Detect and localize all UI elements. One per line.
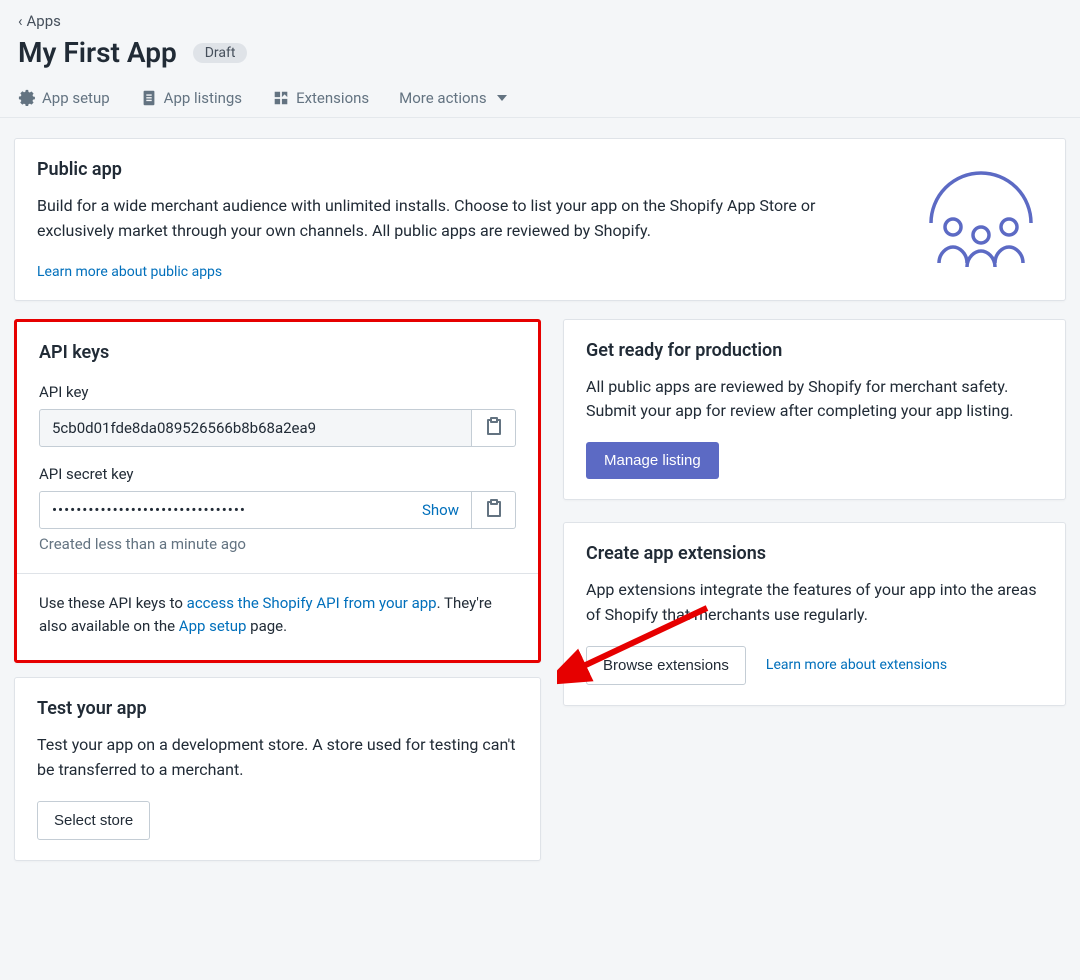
- api-footer-text: page.: [246, 617, 287, 635]
- tab-label: App setup: [42, 89, 110, 107]
- tab-app-setup[interactable]: App setup: [18, 89, 110, 107]
- test-app-title: Test your app: [37, 698, 518, 719]
- api-secret-label: API secret key: [39, 465, 516, 483]
- api-key-value: 5cb0d01fde8da089526566b8b68a2ea9: [52, 419, 316, 437]
- chevron-left-icon: ‹: [18, 12, 23, 30]
- access-api-link[interactable]: access the Shopify API from your app: [187, 594, 437, 612]
- document-icon: [140, 89, 158, 107]
- public-app-learn-more-link[interactable]: Learn more about public apps: [37, 264, 222, 280]
- tab-app-listings[interactable]: App listings: [140, 89, 242, 107]
- api-secret-created-note: Created less than a minute ago: [39, 535, 516, 553]
- show-secret-button[interactable]: Show: [422, 501, 459, 519]
- copy-api-secret-button[interactable]: [472, 491, 516, 529]
- browse-extensions-button[interactable]: Browse extensions: [586, 646, 746, 685]
- copy-api-key-button[interactable]: [472, 409, 516, 447]
- test-app-desc: Test your app on a development store. A …: [37, 733, 518, 783]
- breadcrumb-label: Apps: [27, 12, 61, 30]
- extensions-card: Create app extensions App extensions int…: [563, 522, 1066, 706]
- public-app-title: Public app: [37, 159, 857, 180]
- select-store-button[interactable]: Select store: [37, 801, 150, 840]
- status-badge: Draft: [193, 43, 248, 63]
- production-card: Get ready for production All public apps…: [563, 319, 1066, 501]
- extensions-learn-more-link[interactable]: Learn more about extensions: [766, 657, 947, 673]
- api-key-label: API key: [39, 383, 516, 401]
- gear-icon: [18, 89, 36, 107]
- api-secret-field[interactable]: •••••••••••••••••••••••••••••••• Show: [39, 491, 472, 529]
- test-app-card: Test your app Test your app on a develop…: [14, 677, 541, 861]
- tab-more-actions[interactable]: More actions: [399, 89, 510, 107]
- production-title: Get ready for production: [586, 340, 1043, 361]
- tab-label: App listings: [164, 89, 242, 107]
- clipboard-icon: [486, 499, 502, 521]
- api-keys-card: API keys API key 5cb0d01fde8da089526566b…: [14, 319, 541, 664]
- api-footer-text: Use these API keys to: [39, 594, 187, 612]
- public-app-desc: Build for a wide merchant audience with …: [37, 194, 857, 244]
- extensions-desc: App extensions integrate the features of…: [586, 578, 1043, 628]
- api-key-field[interactable]: 5cb0d01fde8da089526566b8b68a2ea9: [39, 409, 472, 447]
- caret-down-icon: [493, 89, 511, 107]
- api-keys-title: API keys: [39, 342, 516, 363]
- api-keys-footer: Use these API keys to access the Shopify…: [17, 573, 538, 661]
- clipboard-icon: [486, 417, 502, 439]
- extensions-icon: [272, 89, 290, 107]
- api-secret-value: ••••••••••••••••••••••••••••••••: [52, 501, 246, 519]
- manage-listing-button[interactable]: Manage listing: [586, 442, 719, 479]
- tab-extensions[interactable]: Extensions: [272, 89, 369, 107]
- production-desc: All public apps are reviewed by Shopify …: [586, 375, 1043, 425]
- tab-label: More actions: [399, 89, 486, 107]
- merchants-illustration: [921, 163, 1041, 277]
- tab-label: Extensions: [296, 89, 369, 107]
- page-title: My First App: [18, 36, 177, 69]
- public-app-card: Public app Build for a wide merchant aud…: [14, 138, 1066, 301]
- extensions-title: Create app extensions: [586, 543, 1043, 564]
- app-setup-link[interactable]: App setup: [179, 617, 247, 635]
- breadcrumb[interactable]: ‹ Apps: [18, 12, 1062, 30]
